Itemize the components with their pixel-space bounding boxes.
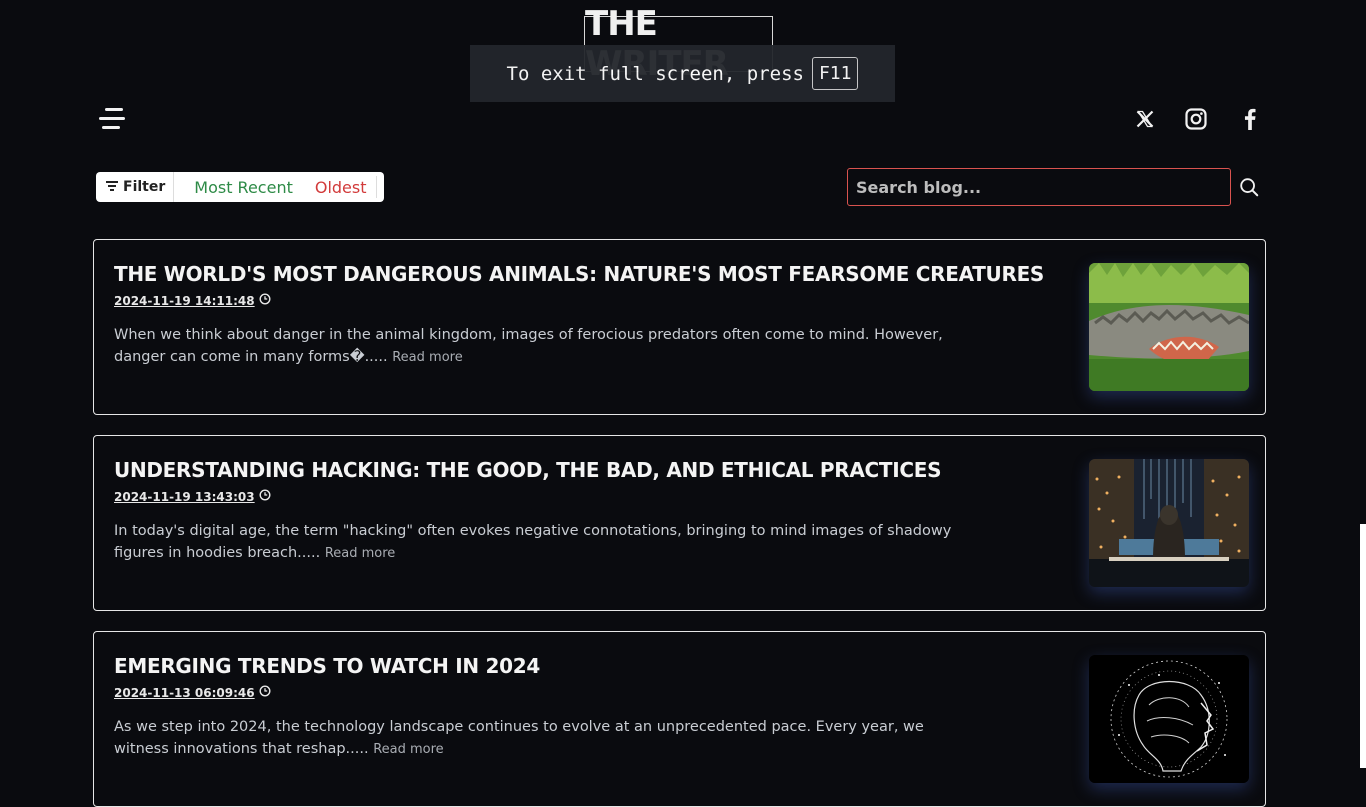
filter-label: Filter: [123, 179, 166, 195]
fullscreen-key-badge: F11: [811, 57, 859, 90]
post-excerpt-text: In today's digital age, the term "hackin…: [114, 523, 952, 561]
search-icon[interactable]: [1238, 176, 1260, 198]
filter-option-most-recent[interactable]: Most Recent: [174, 178, 293, 197]
post-excerpt-text: When we think about danger in the animal…: [114, 327, 943, 365]
hooded-hacker-thumbnail[interactable]: [1089, 459, 1249, 587]
post-card[interactable]: The World's Most Dangerous Animals: Natu…: [93, 239, 1266, 415]
post-title[interactable]: Understanding Hacking: The Good, the Bad…: [114, 458, 942, 482]
post-title[interactable]: The World's Most Dangerous Animals: Natu…: [114, 262, 1044, 286]
filter-icon: [106, 179, 118, 195]
facebook-icon[interactable]: [1235, 104, 1265, 134]
search-input[interactable]: [847, 168, 1231, 206]
filter-bar: Filter Most Recent Oldest: [96, 172, 384, 202]
read-more-link[interactable]: Read more: [373, 742, 443, 757]
hamburger-menu-icon[interactable]: [99, 106, 125, 132]
filter-divider: [376, 176, 377, 198]
post-excerpt: In today's digital age, the term "hackin…: [114, 520, 974, 565]
clock-icon: [259, 685, 271, 700]
clock-icon: [259, 293, 271, 308]
clock-icon: [259, 489, 271, 504]
post-date: 2024-11-19 13:43:03: [114, 489, 271, 504]
post-date-text: 2024-11-13 06:09:46: [114, 685, 255, 700]
scrollbar[interactable]: [1360, 524, 1366, 768]
x-twitter-icon[interactable]: [1130, 104, 1160, 134]
crocodile-thumbnail[interactable]: [1089, 263, 1249, 391]
post-date: 2024-11-13 06:09:46: [114, 685, 271, 700]
filter-option-oldest[interactable]: Oldest: [293, 178, 367, 197]
post-card[interactable]: Understanding Hacking: The Good, the Bad…: [93, 435, 1266, 611]
post-title[interactable]: Emerging Trends to Watch in 2024: [114, 654, 540, 678]
post-date-text: 2024-11-19 14:11:48: [114, 293, 255, 308]
read-more-link[interactable]: Read more: [392, 350, 462, 365]
fullscreen-exit-notice: To exit full screen, press F11: [470, 45, 895, 102]
instagram-icon[interactable]: [1181, 104, 1211, 134]
post-excerpt: As we step into 2024, the technology lan…: [114, 716, 974, 761]
filter-button[interactable]: Filter: [96, 172, 175, 202]
read-more-link[interactable]: Read more: [325, 546, 395, 561]
post-excerpt-text: As we step into 2024, the technology lan…: [114, 719, 924, 757]
ai-brain-thumbnail[interactable]: [1089, 655, 1249, 783]
post-card[interactable]: Emerging Trends to Watch in 2024 2024-11…: [93, 631, 1266, 807]
post-excerpt: When we think about danger in the animal…: [114, 324, 974, 369]
fullscreen-notice-text: To exit full screen, press: [506, 62, 804, 85]
post-date-text: 2024-11-19 13:43:03: [114, 489, 255, 504]
post-date: 2024-11-19 14:11:48: [114, 293, 271, 308]
